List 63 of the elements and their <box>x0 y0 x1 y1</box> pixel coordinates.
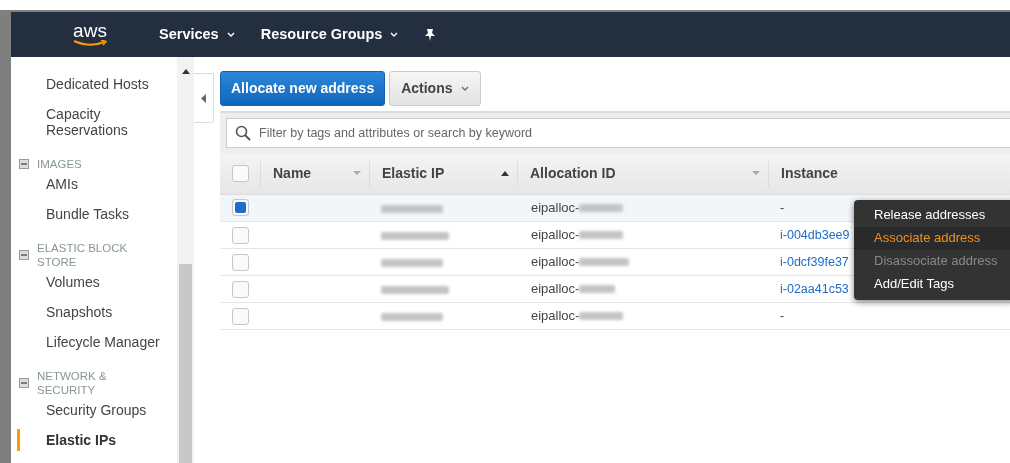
blurred-id <box>579 203 624 212</box>
row-checkbox[interactable] <box>232 199 249 217</box>
blurred-id <box>579 284 616 293</box>
column-header[interactable]: Instance <box>781 163 838 185</box>
scroll-up-icon[interactable] <box>181 69 190 74</box>
allocation-id: eipalloc- <box>531 306 580 325</box>
allocation-id: eipalloc- <box>531 279 580 298</box>
sidebar-item[interactable]: AMIs <box>17 173 177 195</box>
dropdown-caret-icon[interactable] <box>752 171 760 177</box>
sidebar-item[interactable]: Bundle Tasks <box>17 203 177 225</box>
nav-menu[interactable]: Services <box>159 23 235 46</box>
sidebar-item[interactable]: Lifecycle Manager <box>17 331 177 353</box>
collapse-icon[interactable] <box>19 378 29 388</box>
blurred-ip <box>381 285 449 294</box>
column-header[interactable]: Name <box>273 163 312 185</box>
blurred-id <box>579 230 624 239</box>
menu-item[interactable]: Associate address <box>854 227 1010 250</box>
menu-item[interactable]: Add/Edit Tags <box>854 273 1010 296</box>
select-all-checkbox[interactable] <box>232 165 249 183</box>
allocate-button[interactable]: Allocate new address <box>220 71 386 106</box>
sort-up-icon[interactable] <box>501 171 509 177</box>
blurred-id <box>579 257 630 266</box>
instance-link[interactable]: i-0dcf39fe37 <box>780 255 849 270</box>
blurred-ip <box>381 204 443 213</box>
pin-icon[interactable] <box>424 28 437 41</box>
menu-item[interactable]: Release addresses <box>854 204 1010 227</box>
collapse-arrow-icon <box>201 93 206 103</box>
collapse-icon[interactable] <box>19 250 29 260</box>
chevron-icon <box>390 32 399 37</box>
blurred-ip <box>381 258 443 267</box>
search-field[interactable]: Filter by tags and attributes or search by keyword <box>226 118 1010 148</box>
scrollbar[interactable] <box>177 57 194 463</box>
column-header[interactable]: Allocation ID <box>530 163 616 185</box>
allocation-id: eipalloc- <box>531 198 580 217</box>
sidebar-item[interactable]: Security Groups <box>17 399 177 421</box>
row-checkbox[interactable] <box>232 280 249 298</box>
chevron-icon <box>226 32 235 37</box>
dropdown-caret-icon[interactable] <box>353 171 361 177</box>
search-icon <box>235 125 251 141</box>
table-cell: - <box>780 309 785 324</box>
allocation-id: eipalloc- <box>531 225 580 244</box>
row-checkbox[interactable] <box>232 226 249 244</box>
table-cell: - <box>780 200 785 215</box>
sidebar-item[interactable]: Volumes <box>17 271 177 293</box>
instance-link[interactable]: i-004db3ee9 <box>780 228 850 243</box>
blurred-id <box>579 311 624 320</box>
section-heading: NETWORK & SECURITY <box>37 369 108 397</box>
section-heading: ELASTIC BLOCK STORE <box>37 241 129 269</box>
aws-logo[interactable]: aws <box>11 22 159 47</box>
row-checkbox[interactable] <box>232 307 249 325</box>
collapse-icon[interactable] <box>19 159 29 169</box>
blurred-ip <box>381 312 443 321</box>
sidebar-item[interactable]: Snapshots <box>17 301 177 323</box>
row-checkbox[interactable] <box>232 253 249 271</box>
blurred-ip <box>381 231 449 240</box>
instance-link[interactable]: i-02aa41c53 <box>780 282 849 297</box>
sidebar-item[interactable]: Capacity Reservations <box>17 103 127 141</box>
actions-button[interactable]: Actions <box>389 71 481 106</box>
allocation-id: eipalloc- <box>531 252 580 271</box>
sidebar-item[interactable]: Dedicated Hosts <box>17 73 177 95</box>
caret-icon <box>460 86 469 91</box>
section-heading: IMAGES <box>37 157 83 171</box>
nav-menu[interactable]: Resource Groups <box>260 23 399 46</box>
